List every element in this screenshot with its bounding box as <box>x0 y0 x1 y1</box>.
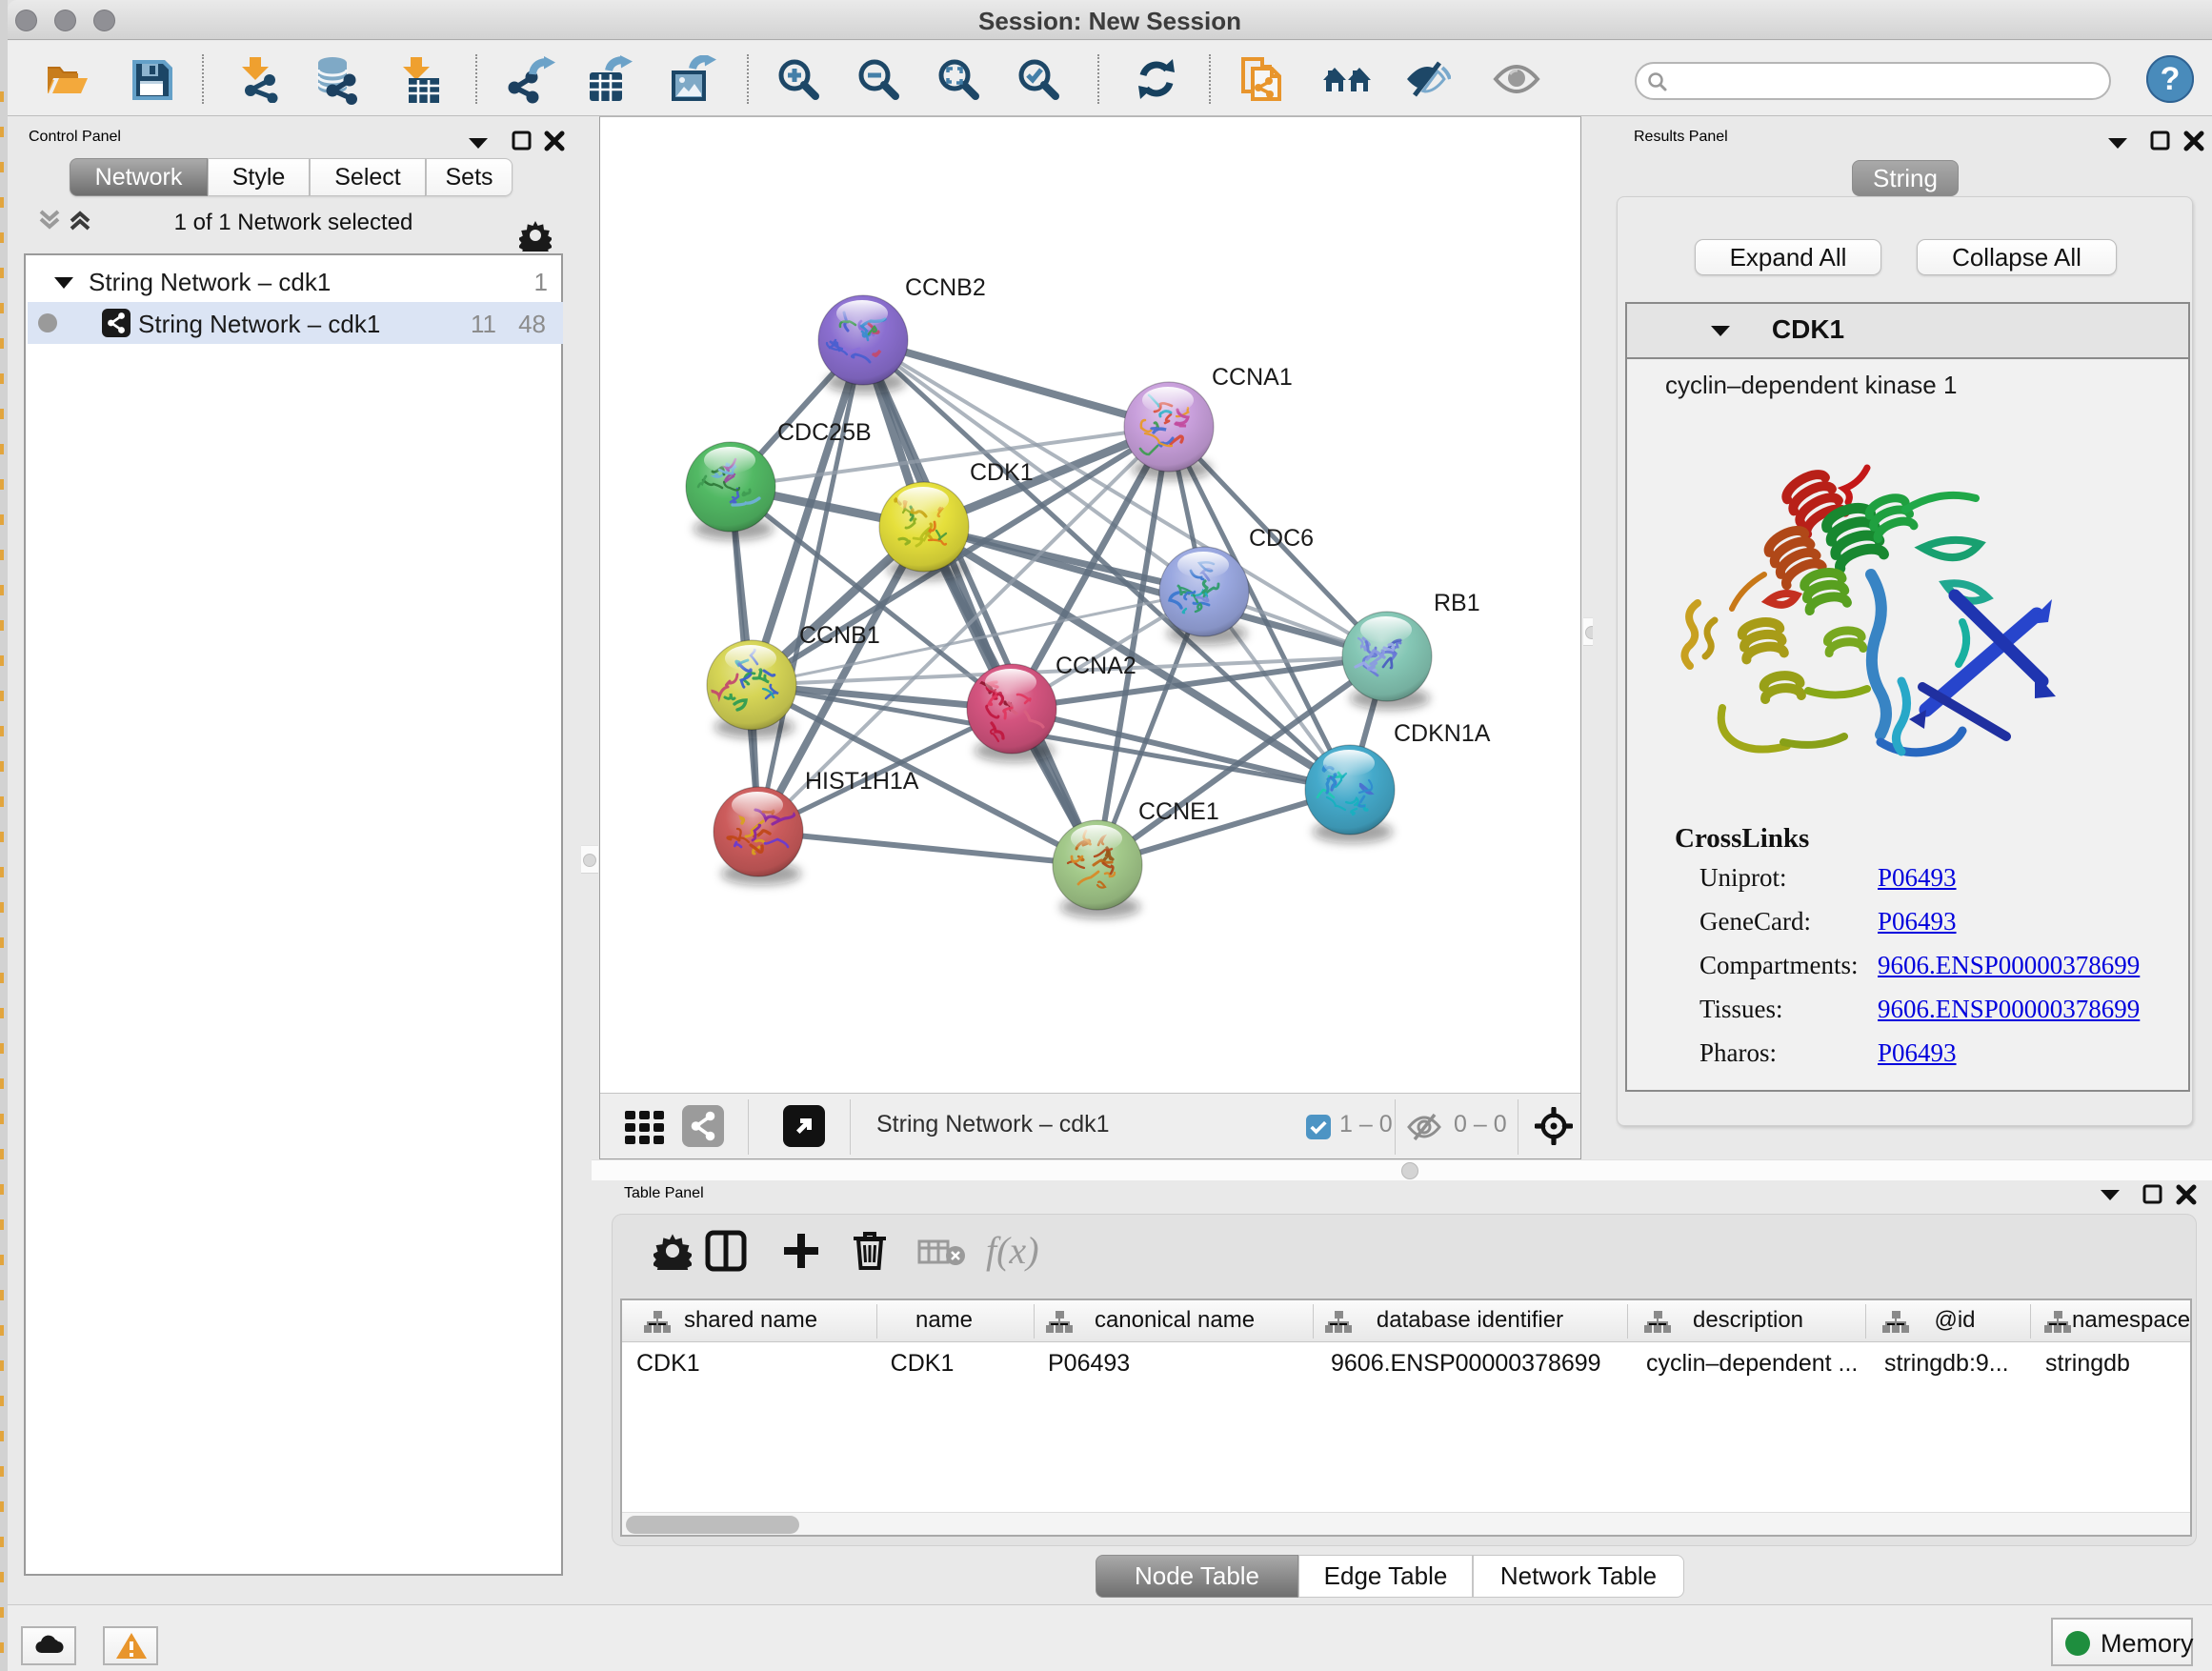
svg-text:CCNA1: CCNA1 <box>1212 364 1293 391</box>
svg-text:CDK1: CDK1 <box>970 459 1034 486</box>
svg-text:RB1: RB1 <box>1434 590 1480 616</box>
svg-text:CCNE1: CCNE1 <box>1138 798 1219 825</box>
svg-text:CDC6: CDC6 <box>1249 525 1314 552</box>
svg-text:CCNA2: CCNA2 <box>1056 653 1136 679</box>
svg-text:CDKN1A: CDKN1A <box>1394 720 1491 747</box>
svg-text:CCNB2: CCNB2 <box>905 274 986 301</box>
svg-text:CCNB1: CCNB1 <box>799 622 880 649</box>
svg-text:HIST1H1A: HIST1H1A <box>805 768 919 795</box>
svg-text:CDC25B: CDC25B <box>777 419 872 446</box>
svg-text:?: ? <box>2161 61 2181 97</box>
